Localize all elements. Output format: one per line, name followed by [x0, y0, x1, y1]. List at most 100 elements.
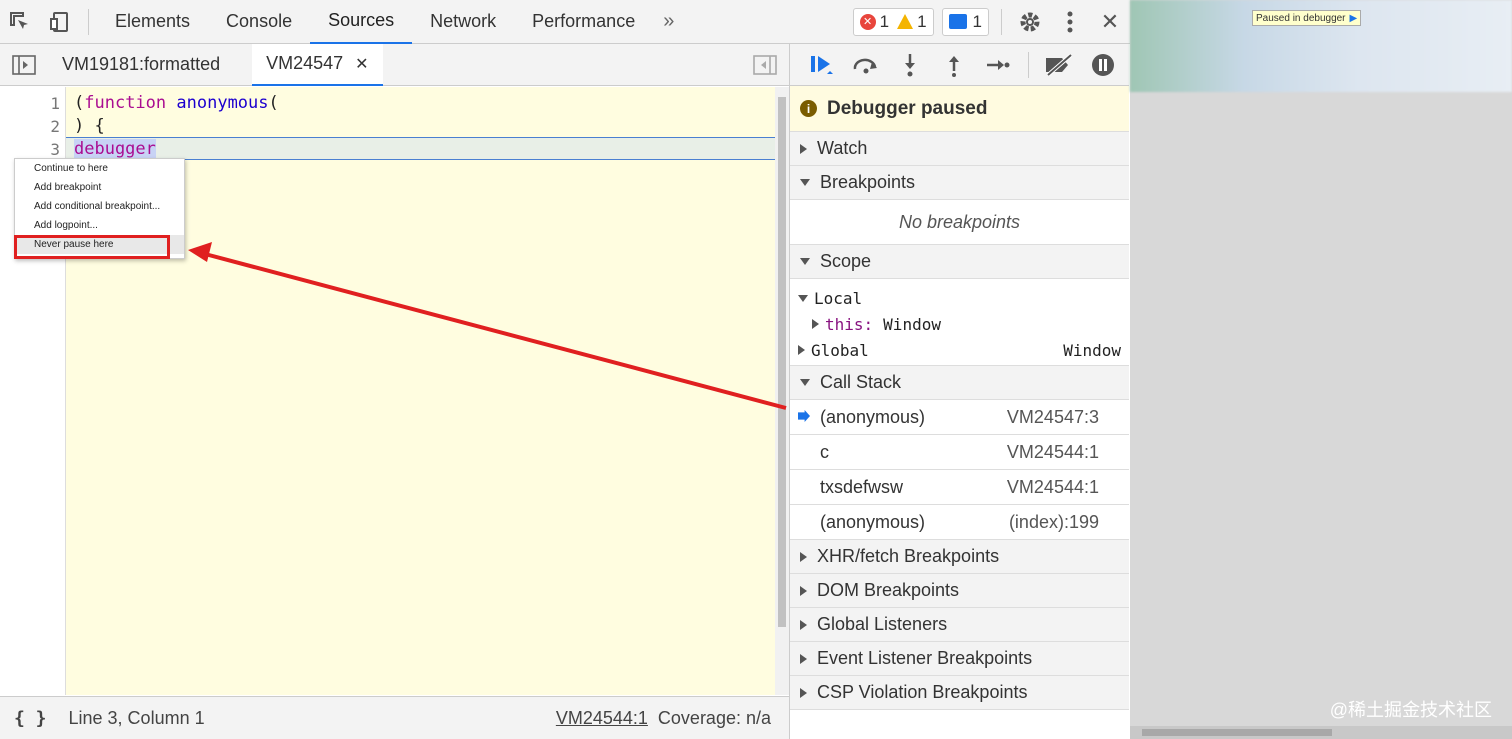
debugger-paused-banner: i Debugger paused: [790, 86, 1129, 132]
section-event-listener-breakpoints[interactable]: Event Listener Breakpoints: [790, 642, 1129, 676]
code-line-1[interactable]: (function anonymous(: [74, 93, 279, 113]
annotation-highlight-box: [14, 235, 170, 259]
close-devtools-icon[interactable]: ✕: [1090, 0, 1130, 44]
scrollbar-thumb[interactable]: [778, 97, 786, 627]
menu-item-continue-to-here[interactable]: Continue to here: [15, 159, 184, 178]
overlay-label: Paused in debugger: [1256, 12, 1346, 24]
menu-item-add-conditional-breakpoint[interactable]: Add conditional breakpoint...: [15, 197, 184, 216]
frame-location[interactable]: VM24547:3: [1007, 407, 1099, 428]
menu-item-add-breakpoint[interactable]: Add breakpoint: [15, 178, 184, 197]
kebab-menu-icon[interactable]: [1050, 0, 1090, 44]
expand-arrow-icon: [800, 687, 807, 698]
code-line-3[interactable]: debugger: [74, 139, 156, 159]
call-frame[interactable]: txsdefwsw VM24544:1: [790, 470, 1129, 505]
collapse-arrow-icon: [800, 379, 810, 386]
step-over-icon[interactable]: [844, 44, 888, 86]
step-into-icon[interactable]: [888, 44, 932, 86]
scope-this[interactable]: this: Window: [790, 311, 1129, 337]
tab-sources[interactable]: Sources: [310, 0, 413, 44]
tab-performance[interactable]: Performance: [514, 0, 653, 44]
resume-icon[interactable]: [800, 44, 844, 86]
resume-icon[interactable]: ▶: [1350, 13, 1358, 24]
tab-elements[interactable]: Elements: [97, 0, 208, 44]
debugger-keyword[interactable]: debugger: [74, 139, 156, 159]
file-tab-vm24547[interactable]: VM24547 ✕: [252, 43, 383, 86]
call-frame[interactable]: c VM24544:1: [790, 435, 1129, 470]
toolbar-divider: [1028, 51, 1029, 78]
editor-status-bar: { } Line 3, Column 1 VM24544:1 Coverage:…: [0, 696, 789, 739]
message-icon: [948, 14, 967, 29]
frame-name: (anonymous): [820, 511, 926, 532]
page-viewport: Paused in debugger ▶: [1130, 0, 1512, 739]
menu-item-add-logpoint[interactable]: Add logpoint...: [15, 216, 184, 235]
editor-scrollbar[interactable]: [775, 87, 789, 695]
section-title: DOM Breakpoints: [817, 580, 960, 600]
deactivate-breakpoints-icon[interactable]: [1037, 44, 1081, 86]
frame-location[interactable]: VM24544:1: [1007, 477, 1099, 498]
watermark: @稀土掘金技术社区: [1329, 700, 1492, 720]
scope-value: Window: [1063, 340, 1121, 360]
step-icon[interactable]: [976, 44, 1020, 86]
expand-arrow-icon: [800, 653, 807, 664]
section-xhr-breakpoints[interactable]: XHR/fetch Breakpoints: [790, 540, 1129, 574]
toolbar-divider: [1001, 8, 1002, 35]
call-frame[interactable]: (anonymous) VM24547:3: [790, 400, 1129, 435]
debugger-controls: [790, 44, 1129, 86]
toolbar-divider: [88, 8, 89, 35]
inspect-element-icon[interactable]: [0, 0, 40, 44]
collapse-arrow-icon: [800, 258, 810, 265]
file-tab-vm19181[interactable]: VM19181:formatted: [48, 44, 234, 86]
line-number[interactable]: 3: [0, 140, 60, 159]
more-tabs-icon[interactable]: »: [653, 0, 684, 44]
paused-title: Debugger paused: [827, 97, 988, 119]
close-tab-icon[interactable]: ✕: [355, 54, 368, 74]
call-frame[interactable]: (anonymous) (index):199: [790, 505, 1129, 540]
expand-arrow-icon: [800, 585, 807, 596]
current-frame-arrow-icon: [798, 410, 810, 422]
scope-global[interactable]: Global Window: [790, 337, 1129, 363]
section-title: Call Stack: [820, 372, 902, 392]
section-watch[interactable]: Watch: [790, 132, 1129, 166]
step-out-icon[interactable]: [932, 44, 976, 86]
message-count: 1: [972, 11, 982, 31]
line-number[interactable]: 2: [0, 117, 60, 136]
source-link[interactable]: VM24544:1: [556, 708, 648, 729]
warning-count: 1: [917, 11, 927, 31]
page-horizontal-scrollbar[interactable]: [1130, 726, 1512, 739]
issues-counter[interactable]: ✕ 1 1: [852, 7, 934, 36]
cursor-position: Line 3, Column 1: [68, 707, 205, 728]
section-scope[interactable]: Scope: [790, 245, 1129, 279]
section-global-listeners[interactable]: Global Listeners: [790, 608, 1129, 642]
section-title: Global Listeners: [817, 614, 948, 634]
section-call-stack[interactable]: Call Stack: [790, 366, 1129, 400]
frame-location[interactable]: (index):199: [1009, 512, 1099, 533]
devtools-toolbar: Elements Console Sources Network Perform…: [0, 0, 1130, 44]
pause-on-exceptions-icon[interactable]: [1081, 44, 1125, 86]
scope-local[interactable]: Local: [790, 285, 1129, 311]
scope-value: Window: [883, 314, 941, 334]
frame-name: (anonymous): [820, 406, 926, 427]
collapse-arrow-icon: [798, 294, 808, 302]
scrollbar-thumb[interactable]: [1142, 729, 1332, 736]
settings-gear-icon[interactable]: [1010, 0, 1050, 44]
toggle-debugger-sidebar-icon[interactable]: [741, 44, 789, 86]
error-count: 1: [879, 11, 890, 31]
section-csp-violation-breakpoints[interactable]: CSP Violation Breakpoints: [790, 676, 1129, 710]
section-title: Watch: [817, 138, 868, 158]
expand-arrow-icon: [812, 319, 819, 329]
device-toolbar-icon[interactable]: [40, 0, 80, 44]
tab-console[interactable]: Console: [208, 0, 310, 44]
line-number[interactable]: 1: [0, 94, 60, 113]
messages-counter[interactable]: 1: [941, 7, 989, 36]
expand-arrow-icon: [798, 345, 805, 355]
section-dom-breakpoints[interactable]: DOM Breakpoints: [790, 574, 1129, 608]
pretty-print-button[interactable]: { }: [14, 708, 47, 729]
toggle-navigator-icon[interactable]: [0, 44, 48, 86]
code-line-2[interactable]: ) {: [74, 116, 105, 136]
frame-location[interactable]: VM24544:1: [1007, 442, 1099, 463]
error-icon: ✕: [859, 13, 876, 30]
section-breakpoints[interactable]: Breakpoints: [790, 166, 1129, 200]
info-icon: i: [800, 100, 817, 117]
collapse-arrow-icon: [800, 179, 810, 186]
tab-network[interactable]: Network: [412, 0, 514, 44]
